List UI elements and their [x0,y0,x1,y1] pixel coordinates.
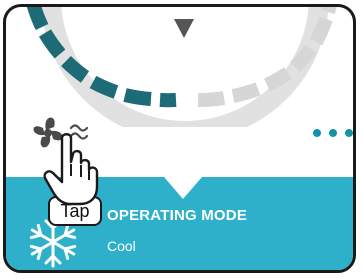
operating-mode-value: Cool [107,238,136,254]
operating-mode-title: OPERATING MODE [107,207,248,224]
more-dots-icon[interactable] [313,125,353,141]
hand-pointer-icon [43,133,99,206]
panel-notch [164,177,202,199]
temperature-dial[interactable] [6,7,356,127]
triangle-down-icon [174,19,194,38]
